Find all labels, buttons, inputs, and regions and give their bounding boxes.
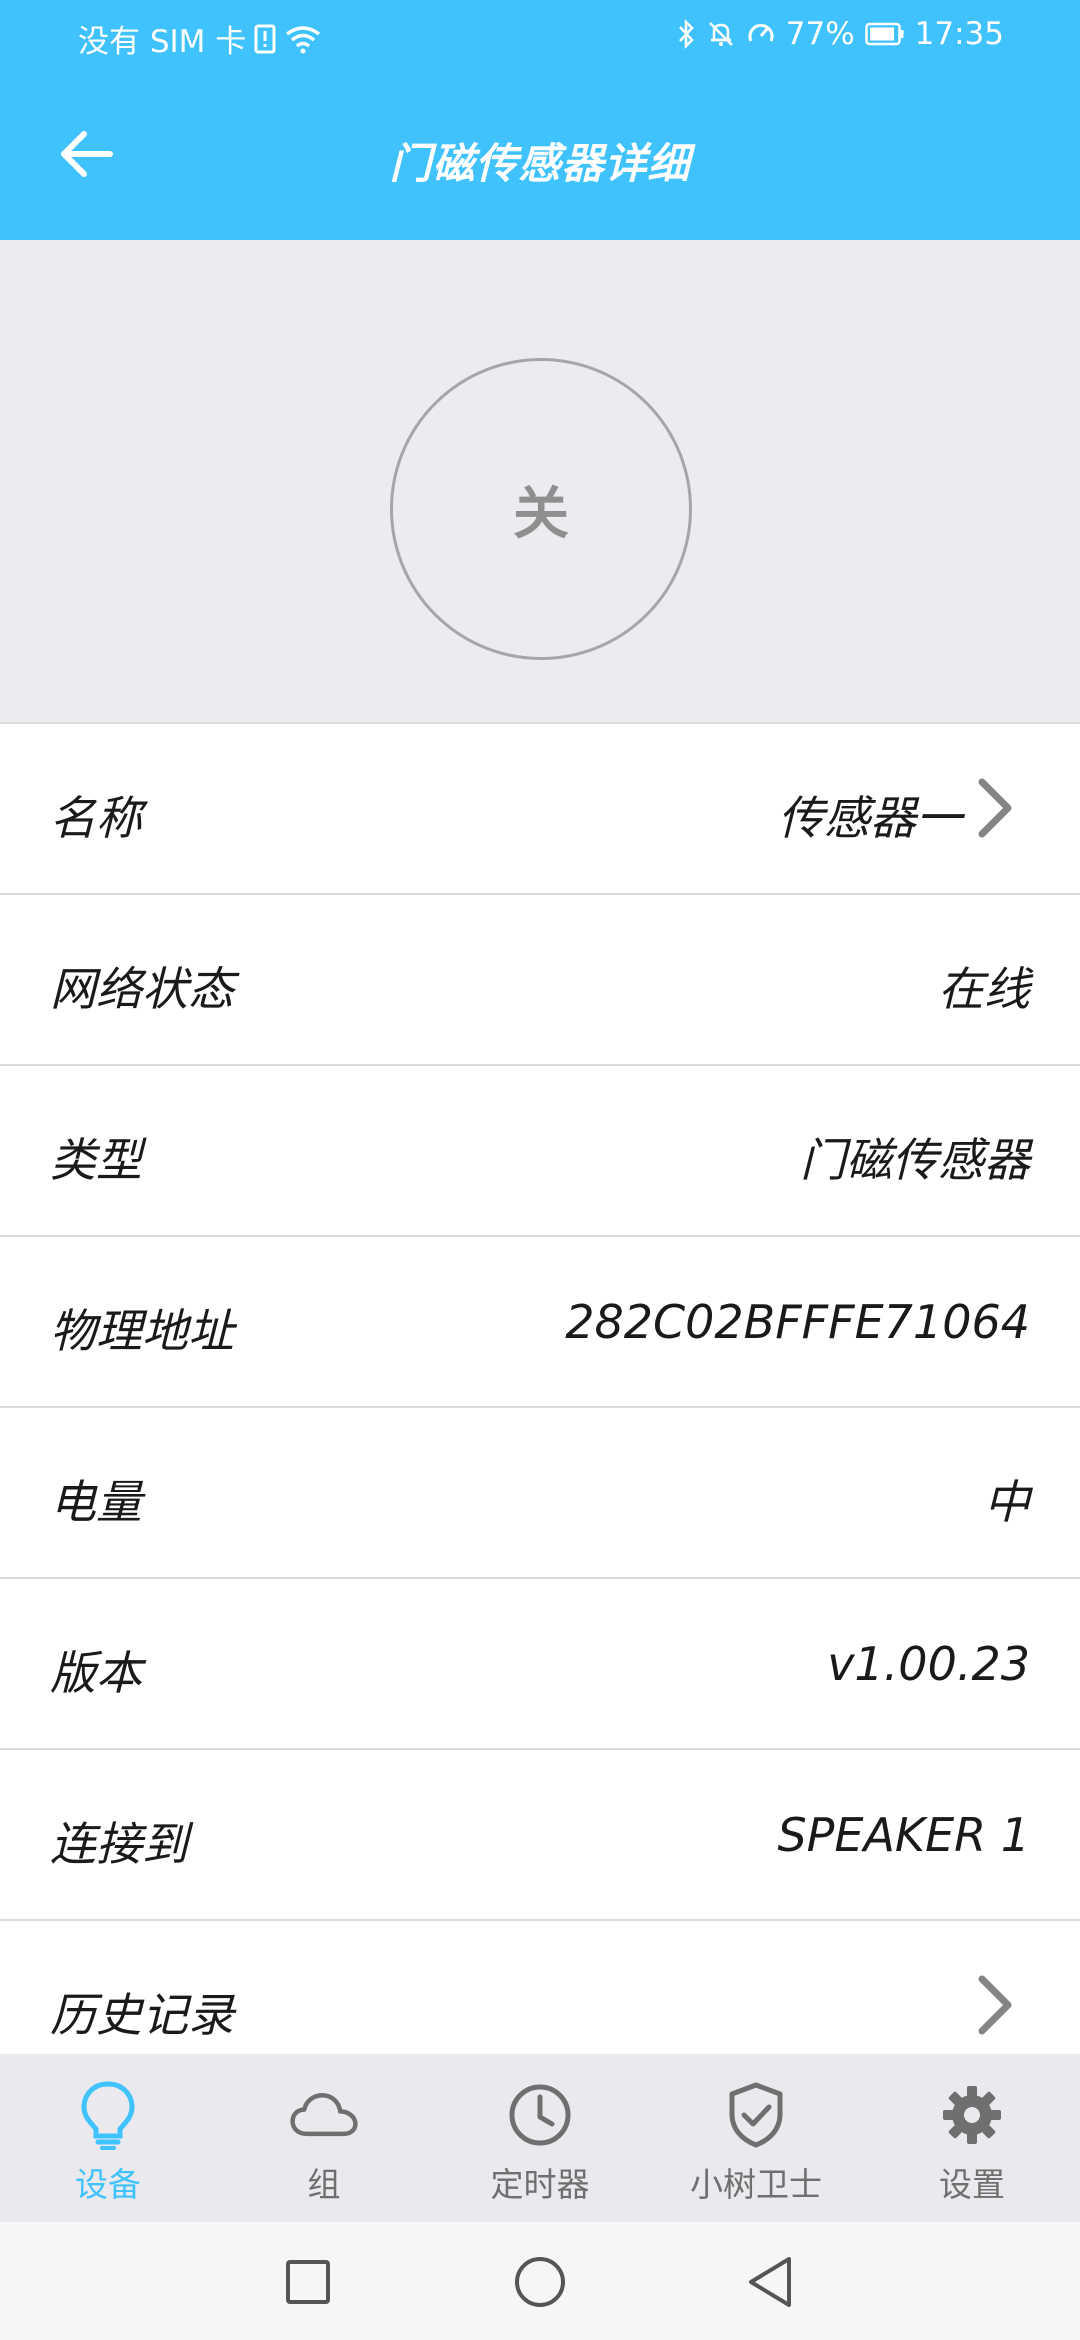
- detail-value: 传感器一: [778, 791, 962, 845]
- detail-row-version: 版本 v1.00.23: [0, 1579, 1080, 1750]
- detail-row-type: 类型 门磁传感器: [0, 1066, 1080, 1237]
- carrier-text: 没有 SIM 卡: [78, 24, 247, 60]
- nav-label: 组: [307, 2165, 341, 2204]
- detail-label: 连接到: [50, 1817, 188, 1871]
- status-bar: 没有 SIM 卡 77% 17:35: [0, 0, 1080, 74]
- detail-row-battery: 电量 中: [0, 1408, 1080, 1579]
- detail-row-network: 网络状态 在线: [0, 895, 1080, 1066]
- recents-button[interactable]: [278, 2252, 338, 2312]
- clock-icon: [505, 2080, 575, 2150]
- top-bar: 没有 SIM 卡 77% 17:35 门磁传感器详细: [0, 0, 1080, 240]
- shield-check-icon: [721, 2080, 791, 2150]
- bluetooth-icon: [678, 19, 694, 49]
- sensor-state-panel: 关: [0, 240, 1080, 724]
- nav-settings[interactable]: 设置: [864, 2054, 1080, 2222]
- home-button[interactable]: [510, 2252, 570, 2312]
- detail-label: 类型: [50, 1133, 142, 1187]
- chevron-right-icon: [978, 1975, 1012, 2035]
- chevron-right-icon: [978, 778, 1012, 838]
- sensor-state-indicator: 关: [390, 358, 692, 660]
- detail-value: 282C02BFFFE71064: [565, 1295, 1030, 1349]
- sim-alert-icon: [254, 24, 276, 53]
- detail-label: 版本: [50, 1646, 142, 1700]
- battery-icon: [864, 22, 904, 46]
- detail-value: 中: [984, 1475, 1030, 1529]
- triangle-back-icon: [749, 2257, 791, 2307]
- battery-percent: 77%: [785, 16, 855, 52]
- page-title: 门磁传感器详细: [389, 139, 691, 188]
- cloud-icon: [289, 2080, 359, 2150]
- detail-row-name[interactable]: 名称 传感器一: [0, 724, 1080, 895]
- detail-value: 门磁传感器: [800, 1133, 1030, 1187]
- bottom-nav: 设备 组 定时器 小树卫士 设置: [0, 2054, 1080, 2222]
- bulb-icon: [73, 2080, 143, 2150]
- detail-label: 物理地址: [50, 1304, 234, 1358]
- system-back-button[interactable]: [740, 2252, 800, 2312]
- nav-label: 定时器: [490, 2165, 590, 2204]
- detail-value: v1.00.23: [827, 1637, 1030, 1691]
- gear-icon: [937, 2080, 1007, 2150]
- detail-label: 电量: [50, 1475, 142, 1529]
- app-bar: 门磁传感器详细: [0, 74, 1080, 240]
- mute-bell-icon: [708, 22, 733, 46]
- circle-icon: [515, 2257, 565, 2307]
- detail-label: 名称: [50, 791, 142, 845]
- square-icon: [286, 2260, 330, 2304]
- detail-row-connected-to: 连接到 SPEAKER 1: [0, 1750, 1080, 1921]
- nav-timers[interactable]: 定时器: [432, 2054, 648, 2222]
- detail-label: 历史记录: [50, 1988, 234, 2042]
- detail-list: 名称 传感器一 网络状态 在线 类型 门磁传感器 物理地址 282C02BFFF…: [0, 724, 1080, 2092]
- detail-row-mac: 物理地址 282C02BFFFE71064: [0, 1237, 1080, 1408]
- nav-label: 设备: [75, 2165, 141, 2204]
- nav-label: 设置: [939, 2165, 1005, 2204]
- detail-value: 在线: [938, 962, 1030, 1016]
- system-nav-bar: [0, 2222, 1080, 2340]
- detail-label: 网络状态: [50, 962, 234, 1016]
- nav-label: 小树卫士: [690, 2165, 822, 2204]
- wifi-icon: [286, 25, 321, 53]
- nav-guardian[interactable]: 小树卫士: [648, 2054, 864, 2222]
- detail-value: SPEAKER 1: [777, 1808, 1030, 1862]
- nav-devices[interactable]: 设备: [0, 2054, 216, 2222]
- nav-groups[interactable]: 组: [216, 2054, 432, 2222]
- data-saver-icon: [748, 23, 774, 42]
- clock-time: 17:35: [914, 16, 1004, 52]
